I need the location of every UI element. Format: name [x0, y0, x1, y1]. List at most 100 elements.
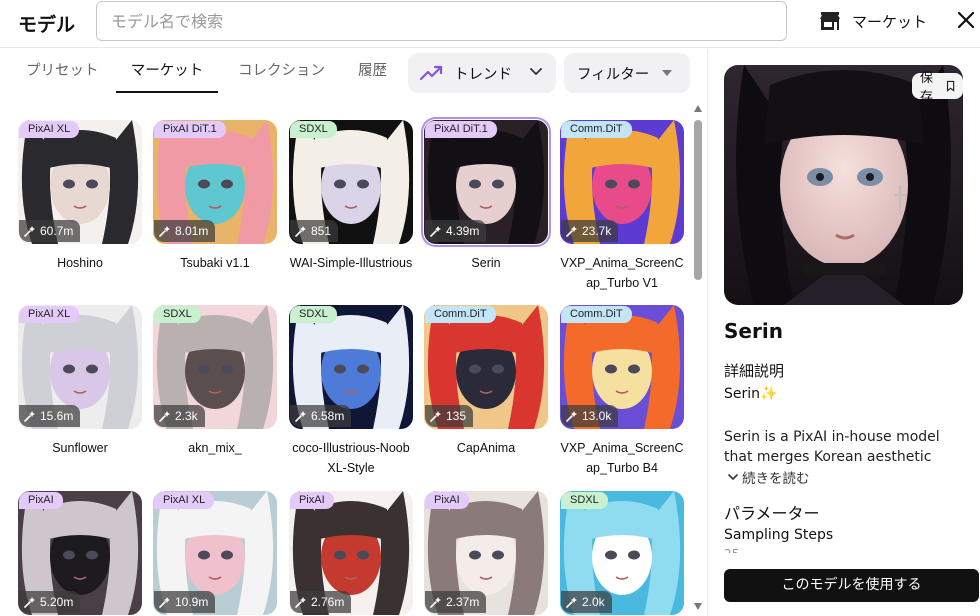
- model-card-name: Hoshino: [57, 256, 103, 270]
- model-thumbnail: Comm.DiT 23.7k: [560, 120, 684, 244]
- filter-dropdown[interactable]: フィルター: [564, 53, 690, 93]
- model-card[interactable]: SDXL 2.0k: [560, 491, 684, 615]
- usage-count-value: 2.37m: [446, 595, 480, 609]
- search-input[interactable]: [96, 1, 787, 41]
- model-card[interactable]: PixAI 2.37m: [424, 491, 548, 615]
- model-card-name: Tsubaki v1.1: [180, 256, 250, 270]
- usage-count-value: 10.9m: [175, 595, 209, 609]
- model-type-badge: PixAI: [290, 492, 334, 509]
- model-card[interactable]: SDXL 851 WAI-Simple-Illustrious: [289, 120, 413, 273]
- model-card[interactable]: PixAI 5.20m: [18, 491, 142, 615]
- model-grid: PixAI XL 60.7m Hoshino PixAI DiT.1 8.01m Tsub…: [0, 97, 692, 616]
- usage-count: 135: [425, 405, 474, 427]
- model-card-name: VXP_Anima_ScreenCap_Turbo B4: [560, 441, 684, 475]
- use-model-button[interactable]: このモデルを使用する: [724, 569, 979, 602]
- model-type-badge: PixAI XL: [19, 306, 80, 323]
- model-thumbnail: PixAI 2.37m: [424, 491, 548, 615]
- model-card[interactable]: Comm.DiT 135 CapAnima: [424, 305, 548, 458]
- model-card[interactable]: PixAI 2.76m: [289, 491, 413, 615]
- model-thumbnail: PixAI XL 10.9m: [153, 491, 277, 615]
- sparkle-icon: [295, 411, 306, 422]
- model-card[interactable]: PixAI XL 15.6m Sunflower: [18, 305, 142, 458]
- model-type-badge: PixAI: [19, 492, 63, 509]
- usage-count: 60.7m: [19, 220, 81, 242]
- scroll-up-arrow-icon[interactable]: [694, 105, 702, 112]
- model-card[interactable]: PixAI XL 10.9m: [153, 491, 277, 615]
- model-card-name: Serin: [471, 256, 501, 270]
- sort-dropdown[interactable]: トレンド: [408, 53, 556, 93]
- model-card-name: akn_mix_: [188, 441, 242, 455]
- usage-count-value: 2.0k: [582, 595, 605, 609]
- model-card[interactable]: PixAI XL 60.7m Hoshino: [18, 120, 142, 273]
- model-thumbnail: PixAI DiT.1 8.01m: [153, 120, 277, 244]
- model-type-badge: SDXL: [154, 306, 201, 323]
- model-card[interactable]: Comm.DiT 13.0k VXP_Anima_ScreenCap_Turbo B…: [560, 305, 684, 478]
- model-card-name: VXP_Anima_ScreenCap_Turbo V1: [560, 256, 684, 290]
- model-type-badge: PixAI XL: [19, 121, 80, 138]
- model-thumbnail: SDXL 2.0k: [560, 491, 684, 615]
- model-type-badge: Comm.DiT: [425, 306, 496, 323]
- model-thumbnail: PixAI XL 15.6m: [18, 305, 142, 429]
- read-more-label: 続きを読む: [742, 471, 810, 487]
- usage-count: 6.58m: [290, 405, 352, 427]
- model-thumbnail: Comm.DiT 13.0k: [560, 305, 684, 429]
- save-label: 保存: [920, 71, 934, 105]
- sparkle-icon: [430, 411, 441, 422]
- usage-count: 4.39m: [425, 220, 487, 242]
- scroll-down-arrow-icon[interactable]: [694, 603, 702, 610]
- param-value: 25: [724, 547, 739, 553]
- usage-count-value: 23.7k: [582, 224, 612, 238]
- model-type-badge: PixAI DiT.1: [154, 121, 226, 138]
- usage-count: 13.0k: [561, 405, 619, 427]
- tab-preset[interactable]: プリセット: [26, 49, 99, 93]
- model-card[interactable]: PixAI DiT.1 4.39m Serin: [421, 117, 551, 273]
- filter-label: フィルター: [577, 66, 650, 83]
- sparkle-icon: [430, 226, 441, 237]
- sparkle-icon: [566, 597, 577, 608]
- model-type-badge: Comm.DiT: [561, 306, 632, 323]
- model-type-badge: PixAI: [425, 492, 469, 509]
- tab-market[interactable]: マーケット: [116, 49, 218, 93]
- model-type-badge: SDXL: [290, 306, 337, 323]
- usage-count: 2.3k: [154, 405, 205, 427]
- save-button[interactable]: 保存: [912, 71, 963, 105]
- model-type-badge: PixAI DiT.1: [425, 121, 497, 138]
- sparkle-icon: [159, 411, 170, 422]
- market-link[interactable]: マーケット: [820, 9, 927, 33]
- close-icon: [957, 11, 975, 29]
- model-card[interactable]: SDXL 2.3k akn_mix_: [153, 305, 277, 458]
- model-card-name: Sunflower: [52, 441, 108, 455]
- param-label: Sampling Steps: [724, 527, 834, 543]
- scrollbar-thumb[interactable]: [694, 120, 702, 280]
- model-card[interactable]: SDXL 6.58m coco-Illustrious-NoobXL-Style: [289, 305, 413, 478]
- model-card[interactable]: PixAI DiT.1 8.01m Tsubaki v1.1: [153, 120, 277, 273]
- model-card[interactable]: Comm.DiT 23.7k VXP_Anima_ScreenCap_Turbo V…: [560, 120, 684, 293]
- usage-count: 2.0k: [561, 591, 612, 613]
- sparkle-icon: [295, 597, 306, 608]
- sort-label: トレンド: [454, 66, 512, 83]
- description-heading: 詳細説明: [724, 362, 785, 380]
- usage-count-value: 13.0k: [582, 409, 612, 423]
- model-short-description: Serin✨: [724, 386, 778, 402]
- trending-up-icon: [420, 65, 443, 81]
- close-button[interactable]: [954, 8, 978, 32]
- market-link-label: マーケット: [852, 12, 928, 31]
- usage-count: 15.6m: [19, 405, 81, 427]
- model-thumbnail: SDXL 2.3k: [153, 305, 277, 429]
- tab-history[interactable]: 履歴: [358, 49, 387, 93]
- usage-count: 851: [290, 220, 339, 242]
- model-thumbnail: PixAI DiT.1 4.39m: [421, 117, 551, 247]
- sparkle-icon: [24, 226, 35, 237]
- chevron-down-icon: [530, 68, 542, 75]
- sparkle-icon: [159, 597, 170, 608]
- usage-count-value: 8.01m: [175, 224, 209, 238]
- model-card-name: coco-Illustrious-NoobXL-Style: [292, 441, 410, 475]
- sparkle-icon: [159, 226, 170, 237]
- model-description: Serin is a PixAI in-house model that mer…: [724, 429, 940, 465]
- sparkle-icon: [24, 597, 35, 608]
- usage-count-value: 135: [446, 409, 467, 423]
- usage-count-value: 4.39m: [446, 224, 480, 238]
- read-more-button[interactable]: 続きを読む: [728, 467, 810, 487]
- tab-collection[interactable]: コレクション: [238, 49, 325, 93]
- scrollbar[interactable]: [692, 100, 706, 616]
